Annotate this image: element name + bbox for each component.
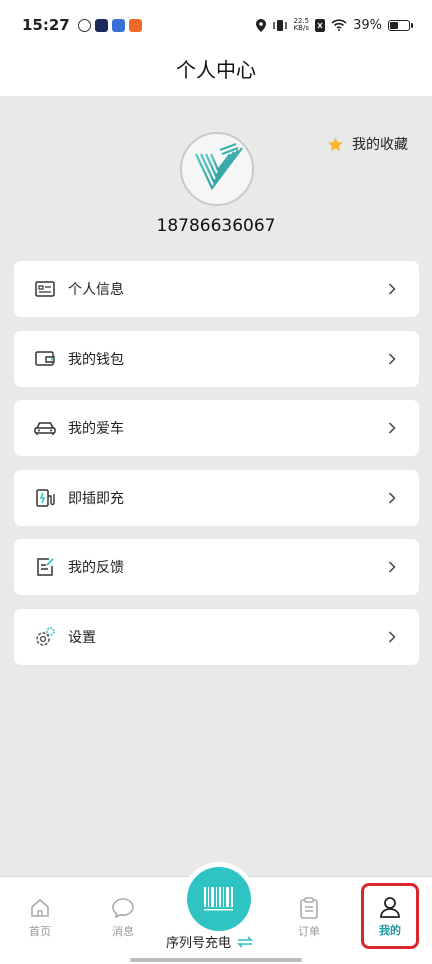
user-icon xyxy=(364,894,416,920)
chevron-right-icon xyxy=(385,352,399,366)
chevron-right-icon xyxy=(385,282,399,296)
battery-percent: 39% xyxy=(353,17,382,33)
nav-orders[interactable]: 订单 xyxy=(279,895,339,939)
charger-icon xyxy=(34,487,56,509)
menu-item-personal-info[interactable]: 个人信息 xyxy=(14,261,419,317)
clipboard-icon xyxy=(279,895,339,921)
menu-label: 我的钱包 xyxy=(68,351,124,368)
menu-list: 个人信息 我的钱包 我的爱车 即插即充 我的反馈 设置 xyxy=(14,261,419,678)
nav-messages[interactable]: 消息 xyxy=(93,895,153,939)
swap-icon xyxy=(237,935,253,948)
nav-mine[interactable]: 我的 xyxy=(361,883,419,949)
menu-item-feedback[interactable]: 我的反馈 xyxy=(14,539,419,595)
favorites-label: 我的收藏 xyxy=(352,137,408,153)
id-card-icon xyxy=(34,278,56,300)
menu-item-wallet[interactable]: 我的钱包 xyxy=(14,330,419,387)
page-header: 个人中心 xyxy=(0,50,432,96)
star-icon xyxy=(328,136,343,151)
status-bar: 15:27 22.5 KB/s 39% xyxy=(0,0,432,50)
menu-label: 我的爱车 xyxy=(68,421,124,437)
chevron-right-icon xyxy=(385,630,399,644)
menu-label: 设置 xyxy=(68,629,96,646)
menu-label: 我的反馈 xyxy=(68,560,124,576)
home-indicator[interactable] xyxy=(130,958,302,962)
serial-charge-label: 序列号充电 xyxy=(166,936,232,951)
game-app-icon xyxy=(111,18,125,32)
app-notification-icon xyxy=(77,18,91,32)
menu-item-my-car[interactable]: 我的爱车 xyxy=(14,400,419,456)
wallet-icon xyxy=(34,348,56,370)
notification-icons xyxy=(77,18,142,32)
menu-item-plug-and-charge[interactable]: 即插即充 xyxy=(14,469,419,526)
nav-messages-label: 消息 xyxy=(112,925,134,938)
battery-icon xyxy=(388,19,413,31)
menu-label: 即插即充 xyxy=(68,490,124,507)
avatar[interactable] xyxy=(180,132,254,206)
status-time: 15:27 xyxy=(22,16,70,34)
vibrate-icon xyxy=(272,19,287,31)
wifi-icon xyxy=(331,19,347,31)
feedback-icon xyxy=(34,556,56,578)
location-icon xyxy=(255,18,266,32)
barcode-button-circle xyxy=(187,867,251,931)
barcode-icon xyxy=(204,887,233,911)
status-right: 22.5 KB/s 39% xyxy=(255,17,413,33)
settings-icon xyxy=(34,626,56,648)
message-icon xyxy=(93,895,153,921)
user-phone: 18786636067 xyxy=(156,216,276,236)
chevron-right-icon xyxy=(385,421,399,435)
nav-mine-label: 我的 xyxy=(379,924,401,937)
car-icon xyxy=(34,417,56,439)
nav-home-label: 首页 xyxy=(29,925,51,938)
profile-section: 18786636067 我的收藏 xyxy=(0,96,432,256)
serial-charge-button[interactable] xyxy=(182,862,256,936)
nav-home[interactable]: 首页 xyxy=(10,895,70,939)
menu-label: 个人信息 xyxy=(68,282,124,298)
chevron-right-icon xyxy=(385,560,399,574)
sim-icon xyxy=(315,18,326,32)
shop-app-icon xyxy=(128,18,142,32)
menu-item-settings[interactable]: 设置 xyxy=(14,608,419,665)
nav-orders-label: 订单 xyxy=(298,925,320,938)
serial-charge-label-row[interactable]: 序列号充电 xyxy=(166,932,253,951)
home-icon xyxy=(10,895,70,921)
chevron-right-icon xyxy=(385,491,399,505)
page-title: 个人中心 xyxy=(176,58,256,82)
video-app-icon xyxy=(94,18,108,32)
favorites-button[interactable]: 我的收藏 xyxy=(327,134,408,154)
logo-icon xyxy=(195,142,243,191)
network-speed: 22.5 KB/s xyxy=(293,17,310,32)
